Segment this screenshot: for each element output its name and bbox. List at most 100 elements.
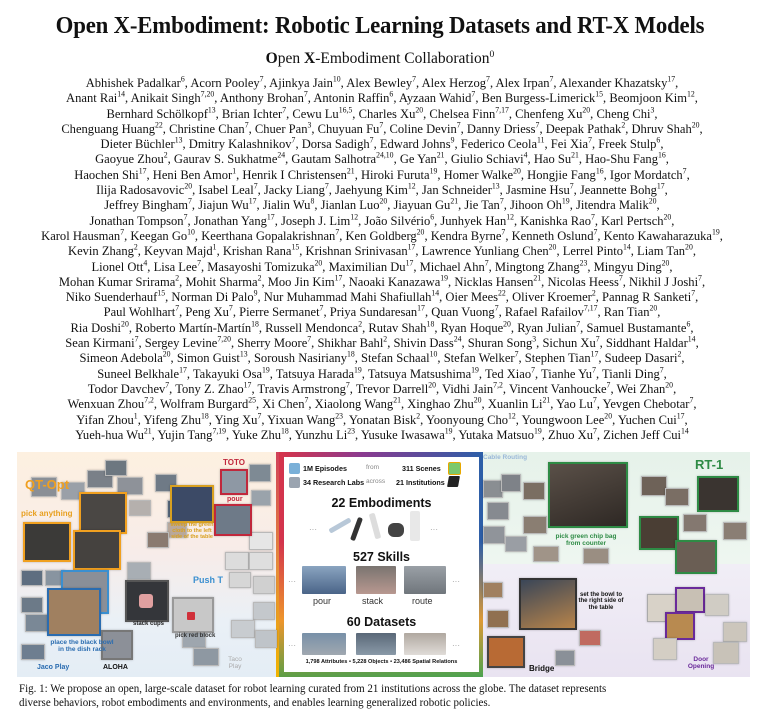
author-affiliation: 19 (711, 227, 720, 237)
author-line: Niko Suenderhauf15, Norman Di Palo9, Nur… (65, 288, 699, 305)
author-name: Dorsa Sadigh (301, 136, 370, 152)
collab-affiliation: 0 (489, 48, 495, 60)
author-affiliation: 7 (259, 74, 264, 84)
toto-frame (220, 469, 248, 495)
author-name: Jonathan Tompson (89, 212, 184, 228)
author-line: Abhishek Padalkar6, Acorn Pooley7, Ajink… (85, 74, 679, 90)
author-name: Tony Z. Zhao (175, 380, 244, 396)
author-name: Jianlan Luo (320, 197, 380, 213)
author-name: Ilija Radosavovic (96, 182, 185, 198)
author-name: Mohit Sharma (185, 273, 258, 289)
author-affiliation: 7 (588, 135, 592, 145)
author-affiliation: 7 (134, 334, 139, 344)
author-affiliation: 7 (253, 181, 258, 191)
author-name: Nur Muhammad Mahi Shafiullah (263, 289, 432, 305)
author-line: Ilija Radosavovic20, Isabel Leal7, Jacky… (96, 181, 668, 198)
author-name: Ryan Julian (517, 319, 577, 335)
author-affiliation: 21 (571, 151, 579, 161)
author-name: Rutav Shah (368, 319, 427, 335)
author-affiliation: 19 (561, 197, 570, 207)
author-line: Wenxuan Zhou7,2, Wolfram Burgard25, Xi C… (67, 395, 697, 412)
author-affiliation: 7 (595, 334, 600, 344)
author-affiliation: 17 (138, 166, 147, 176)
author-name: Antonin Raffin (313, 90, 390, 106)
author-name: Stefan Welker (443, 350, 515, 366)
author-name: Yuchen Cui (617, 411, 677, 427)
author-affiliation: 14 (622, 242, 631, 252)
author-name: Ken Goldberg (345, 227, 417, 243)
author-affiliation: 12 (687, 89, 695, 99)
label-jaco-play: Jaco Play (37, 664, 70, 671)
author-affiliation: 20 (691, 120, 700, 130)
author-name: Jiajun Wu (198, 197, 249, 213)
author-name: Yao Lu (556, 396, 593, 412)
stat-episodes: 1M Episodes (303, 464, 347, 473)
author-name: Chenfeng Xu (515, 105, 583, 121)
author-line: Suneel Belkhale17, Takayuki Osa19, Tatsu… (97, 365, 667, 381)
author-affiliation: 7 (307, 334, 312, 344)
author-affiliation: 7 (514, 350, 519, 360)
author-affiliation: 20 (162, 350, 171, 360)
author-name: Heni Ben Amor (152, 166, 233, 182)
author-affiliation: 2 (175, 273, 180, 283)
collab-text-pen: pen (277, 50, 304, 67)
author-affiliation: 3 (307, 120, 312, 130)
dataset-thumbnail (641, 476, 667, 496)
author-name: Samuel Bustamante (586, 319, 687, 335)
author-name: Igor Mordatch (609, 166, 683, 182)
ellipsis-left: ··· (288, 577, 296, 586)
author-name: Vincent Vanhoucke (508, 380, 607, 396)
author-affiliation: 18 (426, 319, 435, 329)
author-affiliation: 19 (262, 365, 270, 375)
author-affiliation: 20 (649, 304, 658, 314)
author-name: Yevgen Chebotar (602, 396, 690, 412)
author-affiliation: 19 (429, 166, 438, 176)
door-thumbnail (653, 638, 677, 660)
dataset-thumbnail (225, 552, 249, 570)
author-affiliation: 20 (314, 258, 323, 268)
author-name: Brian Ichter (221, 105, 283, 121)
author-affiliation: 7 (593, 227, 598, 237)
author-affiliation: 24 (277, 151, 286, 161)
author-affiliation: 7 (486, 74, 490, 84)
author-name: Mohan Kumar Srirama (58, 273, 176, 289)
author-affiliation: 8 (310, 197, 315, 207)
author-affiliation: 7 (412, 74, 417, 84)
author-name: Wolfram Burgard (159, 396, 249, 412)
skill-label: route (412, 596, 433, 606)
author-name: Krishan Rana (222, 243, 292, 259)
author-affiliation: 18 (346, 350, 355, 360)
rt1-frame (697, 476, 739, 512)
dataset-thumbnail (523, 482, 545, 500)
author-name: Mingtong Zhang (494, 258, 580, 274)
author-affiliation: 7,2 (144, 395, 154, 405)
author-affiliation: 7 (304, 395, 309, 405)
sweep-frame (170, 485, 214, 523)
author-affiliation: 7 (591, 212, 595, 222)
author-affiliation: 7 (569, 181, 574, 191)
author-name: Homer Walke (443, 166, 514, 182)
author-affiliation: 20 (663, 212, 672, 222)
author-affiliation: 18 (251, 319, 259, 329)
author-line: Haochen Shi17, Heni Ben Amor1, Henrik I … (74, 166, 690, 182)
author-name: Deepak Pathak (545, 120, 622, 136)
author-affiliation: 13 (491, 181, 500, 191)
author-affiliation: 7 (698, 273, 702, 283)
author-affiliation: 12 (506, 212, 515, 222)
qt-opt-frame (73, 530, 121, 570)
author-name: Soroush Nasiriany (253, 350, 347, 366)
author-affiliation: 7 (244, 120, 249, 130)
author-name: Fei Xia (550, 136, 589, 152)
author-name: Alexander Khazatsky (559, 75, 668, 90)
author-name: Ben Burgess-Limerick (481, 90, 596, 106)
author-affiliation: 2 (163, 151, 168, 161)
author-name: Nicklas Hansen (454, 273, 534, 289)
dataset-thumbnail (505, 536, 527, 552)
author-affiliation: 18 (201, 411, 209, 421)
collab-text-rest: -Embodiment Collaboration (315, 50, 490, 67)
author-name: Kanishka Rao (520, 212, 592, 228)
author-name: Siddhant Haldar (605, 335, 688, 351)
author-affiliation: 2 (358, 319, 363, 329)
dataset-thumbnail (523, 516, 547, 534)
author-affiliation: 7 (501, 227, 506, 237)
